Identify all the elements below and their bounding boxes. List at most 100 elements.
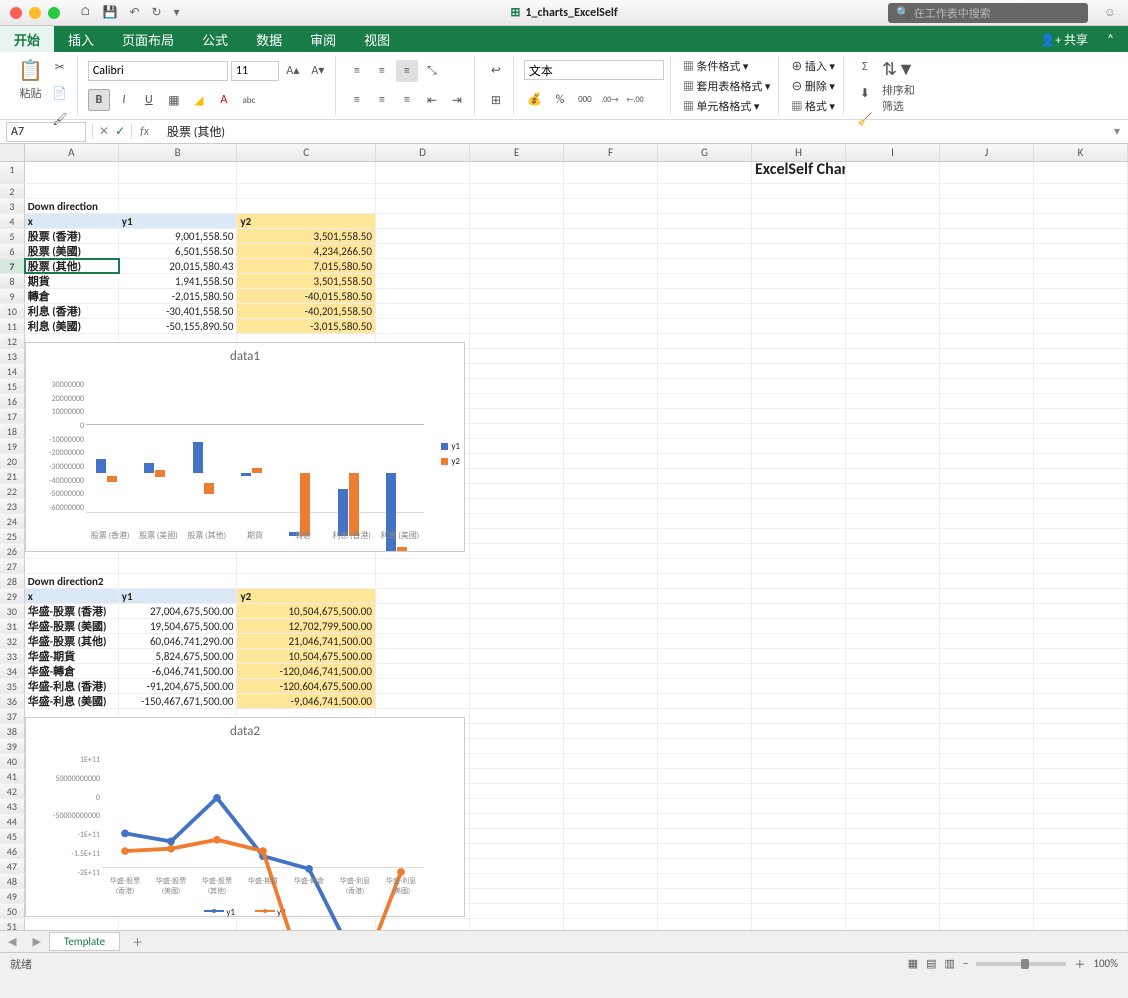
comma[interactable]: 000 bbox=[574, 89, 596, 111]
zoom-in[interactable]: ＋ bbox=[1074, 956, 1085, 972]
formula-input[interactable]: 股票 (其他) bbox=[157, 123, 225, 140]
dec-decimal[interactable]: ←.00 bbox=[624, 89, 646, 111]
tab-data[interactable]: 数据 bbox=[242, 26, 296, 52]
align-center[interactable]: ≡ bbox=[371, 89, 393, 111]
underline-button[interactable]: U bbox=[138, 89, 160, 111]
sheet-next[interactable]: ▶ bbox=[24, 935, 48, 948]
view-layout[interactable]: ▤ bbox=[926, 957, 936, 970]
col-c[interactable]: C bbox=[237, 144, 376, 161]
zoom-out[interactable]: − bbox=[963, 957, 968, 970]
wrap-text[interactable]: ↩ bbox=[485, 60, 507, 82]
align-bottom[interactable]: ≡ bbox=[396, 60, 418, 82]
search-box[interactable]: 🔍 在工作表中搜索 bbox=[888, 3, 1088, 23]
close-window[interactable] bbox=[10, 7, 22, 19]
col-d[interactable]: D bbox=[376, 144, 470, 161]
chart2-title: data2 bbox=[26, 718, 464, 745]
sheet-prev[interactable]: ◀ bbox=[0, 935, 24, 948]
accept-formula[interactable]: ✓ bbox=[115, 124, 125, 139]
font-color[interactable]: A bbox=[213, 89, 235, 111]
view-pagebreak[interactable]: ▥ bbox=[945, 957, 955, 970]
phonetic-button[interactable]: abc bbox=[238, 89, 260, 111]
minimize-window[interactable] bbox=[29, 7, 41, 19]
align-top[interactable]: ≡ bbox=[346, 60, 368, 82]
excel-icon: ⊞ bbox=[510, 5, 520, 20]
col-i[interactable]: I bbox=[846, 144, 940, 161]
tab-formulas[interactable]: 公式 bbox=[188, 26, 242, 52]
zoom-level[interactable]: 100% bbox=[1093, 957, 1118, 970]
italic-button[interactable]: I bbox=[113, 89, 135, 111]
col-b[interactable]: B bbox=[119, 144, 238, 161]
number-format[interactable] bbox=[524, 60, 664, 80]
indent-dec[interactable]: ⇤ bbox=[421, 89, 443, 111]
col-k[interactable]: K bbox=[1034, 144, 1128, 161]
tab-insert[interactable]: 插入 bbox=[54, 26, 108, 52]
sort-filter[interactable]: ⇅▼ 排序和 筛选 bbox=[876, 56, 921, 130]
undo-icon[interactable]: ↶ bbox=[129, 5, 139, 20]
autosum[interactable]: Σ bbox=[854, 56, 876, 78]
font-size[interactable] bbox=[231, 61, 279, 81]
select-all[interactable] bbox=[0, 144, 25, 161]
col-j[interactable]: J bbox=[940, 144, 1034, 161]
inc-decimal[interactable]: .00→ bbox=[599, 89, 621, 111]
col-e[interactable]: E bbox=[470, 144, 564, 161]
add-sheet[interactable]: ＋ bbox=[120, 934, 155, 950]
column-headers: A B C D E F G H I J K bbox=[0, 144, 1128, 162]
chart-data1[interactable]: data1 3000000020000000100000000-10000000… bbox=[25, 342, 465, 552]
merge-cells[interactable]: ⊞ bbox=[485, 89, 507, 111]
shrink-font[interactable]: A▾ bbox=[307, 60, 329, 82]
conditional-format[interactable]: ▦ 条件格式 ▾ bbox=[681, 56, 773, 76]
fx-icon[interactable]: fx bbox=[132, 125, 157, 139]
percent[interactable]: % bbox=[549, 89, 571, 111]
titlebar: ⌂ 💾 ↶ ↻ ▾ ⊞ 1_charts_ExcelSelf 🔍 在工作表中搜索… bbox=[0, 0, 1128, 26]
insert-cells[interactable]: ⊕ 插入 ▾ bbox=[789, 56, 837, 76]
paste-button[interactable]: 📋 粘贴 bbox=[12, 56, 49, 130]
status-text: 就绪 bbox=[10, 956, 32, 972]
sheet-tabs: ◀ ▶ Template ＋ bbox=[0, 930, 1128, 952]
font-name[interactable] bbox=[88, 61, 228, 81]
collapse-ribbon[interactable]: ˄ bbox=[1107, 32, 1114, 47]
more-qat[interactable]: ▾ bbox=[174, 5, 180, 20]
spreadsheet-grid[interactable]: A B C D E F G H I J K 1ExcelSelf Chart23… bbox=[0, 144, 1128, 930]
bold-button[interactable]: B bbox=[88, 89, 110, 111]
indent-inc[interactable]: ⇥ bbox=[446, 89, 468, 111]
save-icon[interactable]: 💾 bbox=[103, 5, 118, 20]
tab-review[interactable]: 审阅 bbox=[296, 26, 350, 52]
chart-data2[interactable]: data2 1E+11500000000000-50000000000-1E+1… bbox=[25, 717, 465, 917]
delete-cells[interactable]: ⊖ 删除 ▾ bbox=[789, 76, 837, 96]
cancel-formula[interactable]: ✕ bbox=[99, 124, 109, 139]
user-icon[interactable]: ☺ bbox=[1104, 5, 1116, 20]
format-cells[interactable]: ▦ 格式 ▾ bbox=[789, 96, 837, 116]
zoom-slider[interactable] bbox=[976, 962, 1066, 966]
cell-styles[interactable]: ▦ 单元格格式 ▾ bbox=[681, 96, 773, 116]
align-right[interactable]: ≡ bbox=[396, 89, 418, 111]
col-h[interactable]: H bbox=[752, 144, 846, 161]
clear-button[interactable]: 🧹 bbox=[854, 108, 876, 130]
home-icon[interactable]: ⌂ bbox=[80, 5, 91, 20]
tab-view[interactable]: 视图 bbox=[350, 26, 404, 52]
orientation[interactable]: ⤡ bbox=[421, 60, 443, 82]
name-box[interactable]: A7 bbox=[6, 122, 86, 142]
maximize-window[interactable] bbox=[48, 7, 60, 19]
col-a[interactable]: A bbox=[25, 144, 119, 161]
border-button[interactable]: ▦ bbox=[163, 89, 185, 111]
align-left[interactable]: ≡ bbox=[346, 89, 368, 111]
currency[interactable]: 💰 bbox=[524, 89, 546, 111]
share-button[interactable]: 👤+ 共享 bbox=[1040, 31, 1088, 48]
align-middle[interactable]: ≡ bbox=[371, 60, 393, 82]
document-title: ⊞ 1_charts_ExcelSelf bbox=[510, 5, 617, 20]
tab-layout[interactable]: 页面布局 bbox=[108, 26, 188, 52]
copy-button[interactable]: 📄 bbox=[49, 82, 71, 104]
col-g[interactable]: G bbox=[658, 144, 752, 161]
fill-button[interactable]: ⬇ bbox=[854, 82, 876, 104]
col-f[interactable]: F bbox=[564, 144, 658, 161]
fill-color[interactable]: ◢ bbox=[188, 89, 210, 111]
tab-home[interactable]: 开始 bbox=[0, 26, 54, 52]
sheet-template[interactable]: Template bbox=[49, 932, 120, 951]
grow-font[interactable]: A▴ bbox=[282, 60, 304, 82]
table-format[interactable]: ▦ 套用表格格式 ▾ bbox=[681, 76, 773, 96]
view-normal[interactable]: ▦ bbox=[908, 957, 918, 970]
cut-button[interactable]: ✂ bbox=[49, 56, 71, 78]
expand-formula[interactable]: ▾ bbox=[1114, 124, 1120, 139]
redo-icon[interactable]: ↻ bbox=[152, 5, 162, 20]
status-bar: 就绪 ▦ ▤ ▥ − ＋ 100% bbox=[0, 952, 1128, 974]
